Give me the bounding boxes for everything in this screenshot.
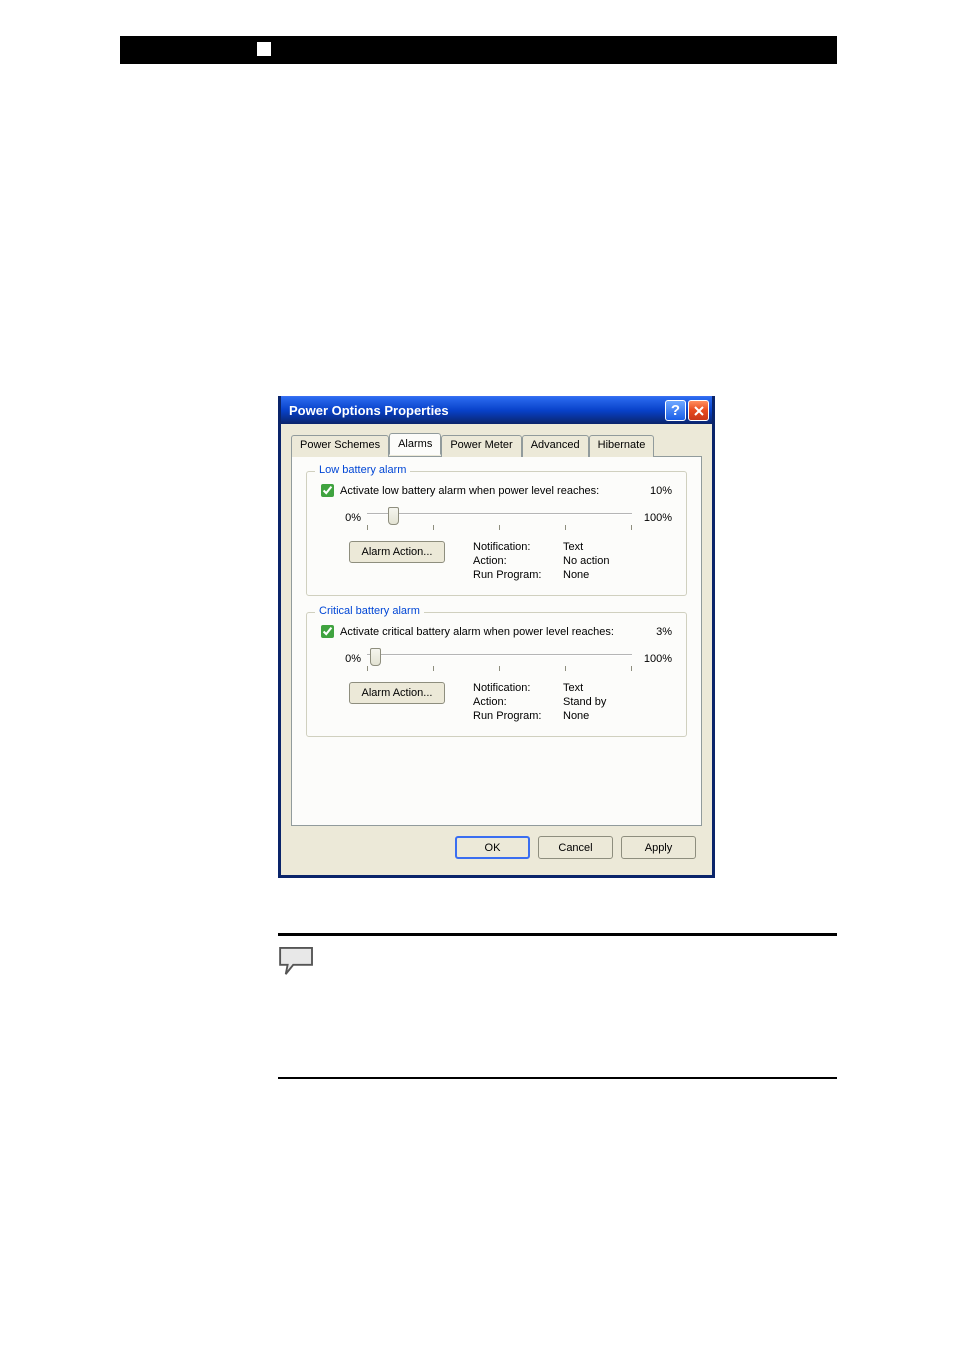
value-notification: Text [563,682,606,694]
label-notification: Notification: [473,682,553,694]
power-options-dialog: Power Options Properties ? Power Schemes… [278,396,715,878]
critical-alarm-checkbox[interactable] [321,625,334,638]
tab-advanced[interactable]: Advanced [522,435,589,457]
group-critical-battery-alarm: Critical battery alarm Activate critical… [306,612,687,737]
critical-alarm-action-button[interactable]: Alarm Action... [349,682,445,704]
critical-alarm-checkbox-label: Activate critical battery alarm when pow… [340,626,632,638]
close-button[interactable] [688,400,709,421]
help-button[interactable]: ? [665,400,686,421]
slider-thumb-icon[interactable] [370,648,381,666]
value-notification: Text [563,541,609,553]
label-runprogram: Run Program: [473,710,553,722]
low-alarm-checkbox-label: Activate low battery alarm when power le… [340,485,632,497]
page-header-bar [120,36,837,64]
low-slider-max: 100% [632,512,672,524]
label-runprogram: Run Program: [473,569,553,581]
value-runprogram: None [563,569,609,581]
apply-button[interactable]: Apply [621,836,696,859]
dialog-body: Power Schemes Alarms Power Meter Advance… [281,424,712,875]
tab-power-meter[interactable]: Power Meter [441,435,521,457]
tab-alarms[interactable]: Alarms [389,433,441,455]
ok-button[interactable]: OK [455,836,530,859]
critical-alarm-slider[interactable] [367,646,632,672]
window-title: Power Options Properties [289,403,663,418]
tab-panel-alarms: Low battery alarm Activate low battery a… [291,456,702,826]
low-alarm-details: Notification: Text Action: No action Run… [473,541,609,581]
critical-slider-min: 0% [339,653,367,665]
note-divider-bottom [278,1077,837,1079]
label-notification: Notification: [473,541,553,553]
group-low-battery-alarm: Low battery alarm Activate low battery a… [306,471,687,596]
low-slider-min: 0% [339,512,367,524]
dialog-button-row: OK Cancel Apply [291,826,702,865]
label-action: Action: [473,696,553,708]
low-alarm-checkbox[interactable] [321,484,334,497]
value-action: Stand by [563,696,606,708]
tab-power-schemes[interactable]: Power Schemes [291,435,389,457]
tab-hibernate[interactable]: Hibernate [589,435,655,457]
value-runprogram: None [563,710,606,722]
critical-alarm-details: Notification: Text Action: Stand by Run … [473,682,606,722]
header-square-icon [257,42,271,56]
cancel-button[interactable]: Cancel [538,836,613,859]
label-action: Action: [473,555,553,567]
critical-alarm-legend: Critical battery alarm [315,605,424,617]
slider-thumb-icon[interactable] [388,507,399,525]
low-alarm-action-button[interactable]: Alarm Action... [349,541,445,563]
titlebar[interactable]: Power Options Properties ? [281,396,712,424]
low-alarm-slider[interactable] [367,505,632,531]
note-speech-bubble-icon [278,946,316,976]
low-alarm-percent: 10% [632,485,672,497]
critical-alarm-percent: 3% [632,626,672,638]
tabstrip: Power Schemes Alarms Power Meter Advance… [291,435,702,457]
critical-slider-max: 100% [632,653,672,665]
low-alarm-legend: Low battery alarm [315,464,410,476]
note-divider-top [278,933,837,936]
value-action: No action [563,555,609,567]
